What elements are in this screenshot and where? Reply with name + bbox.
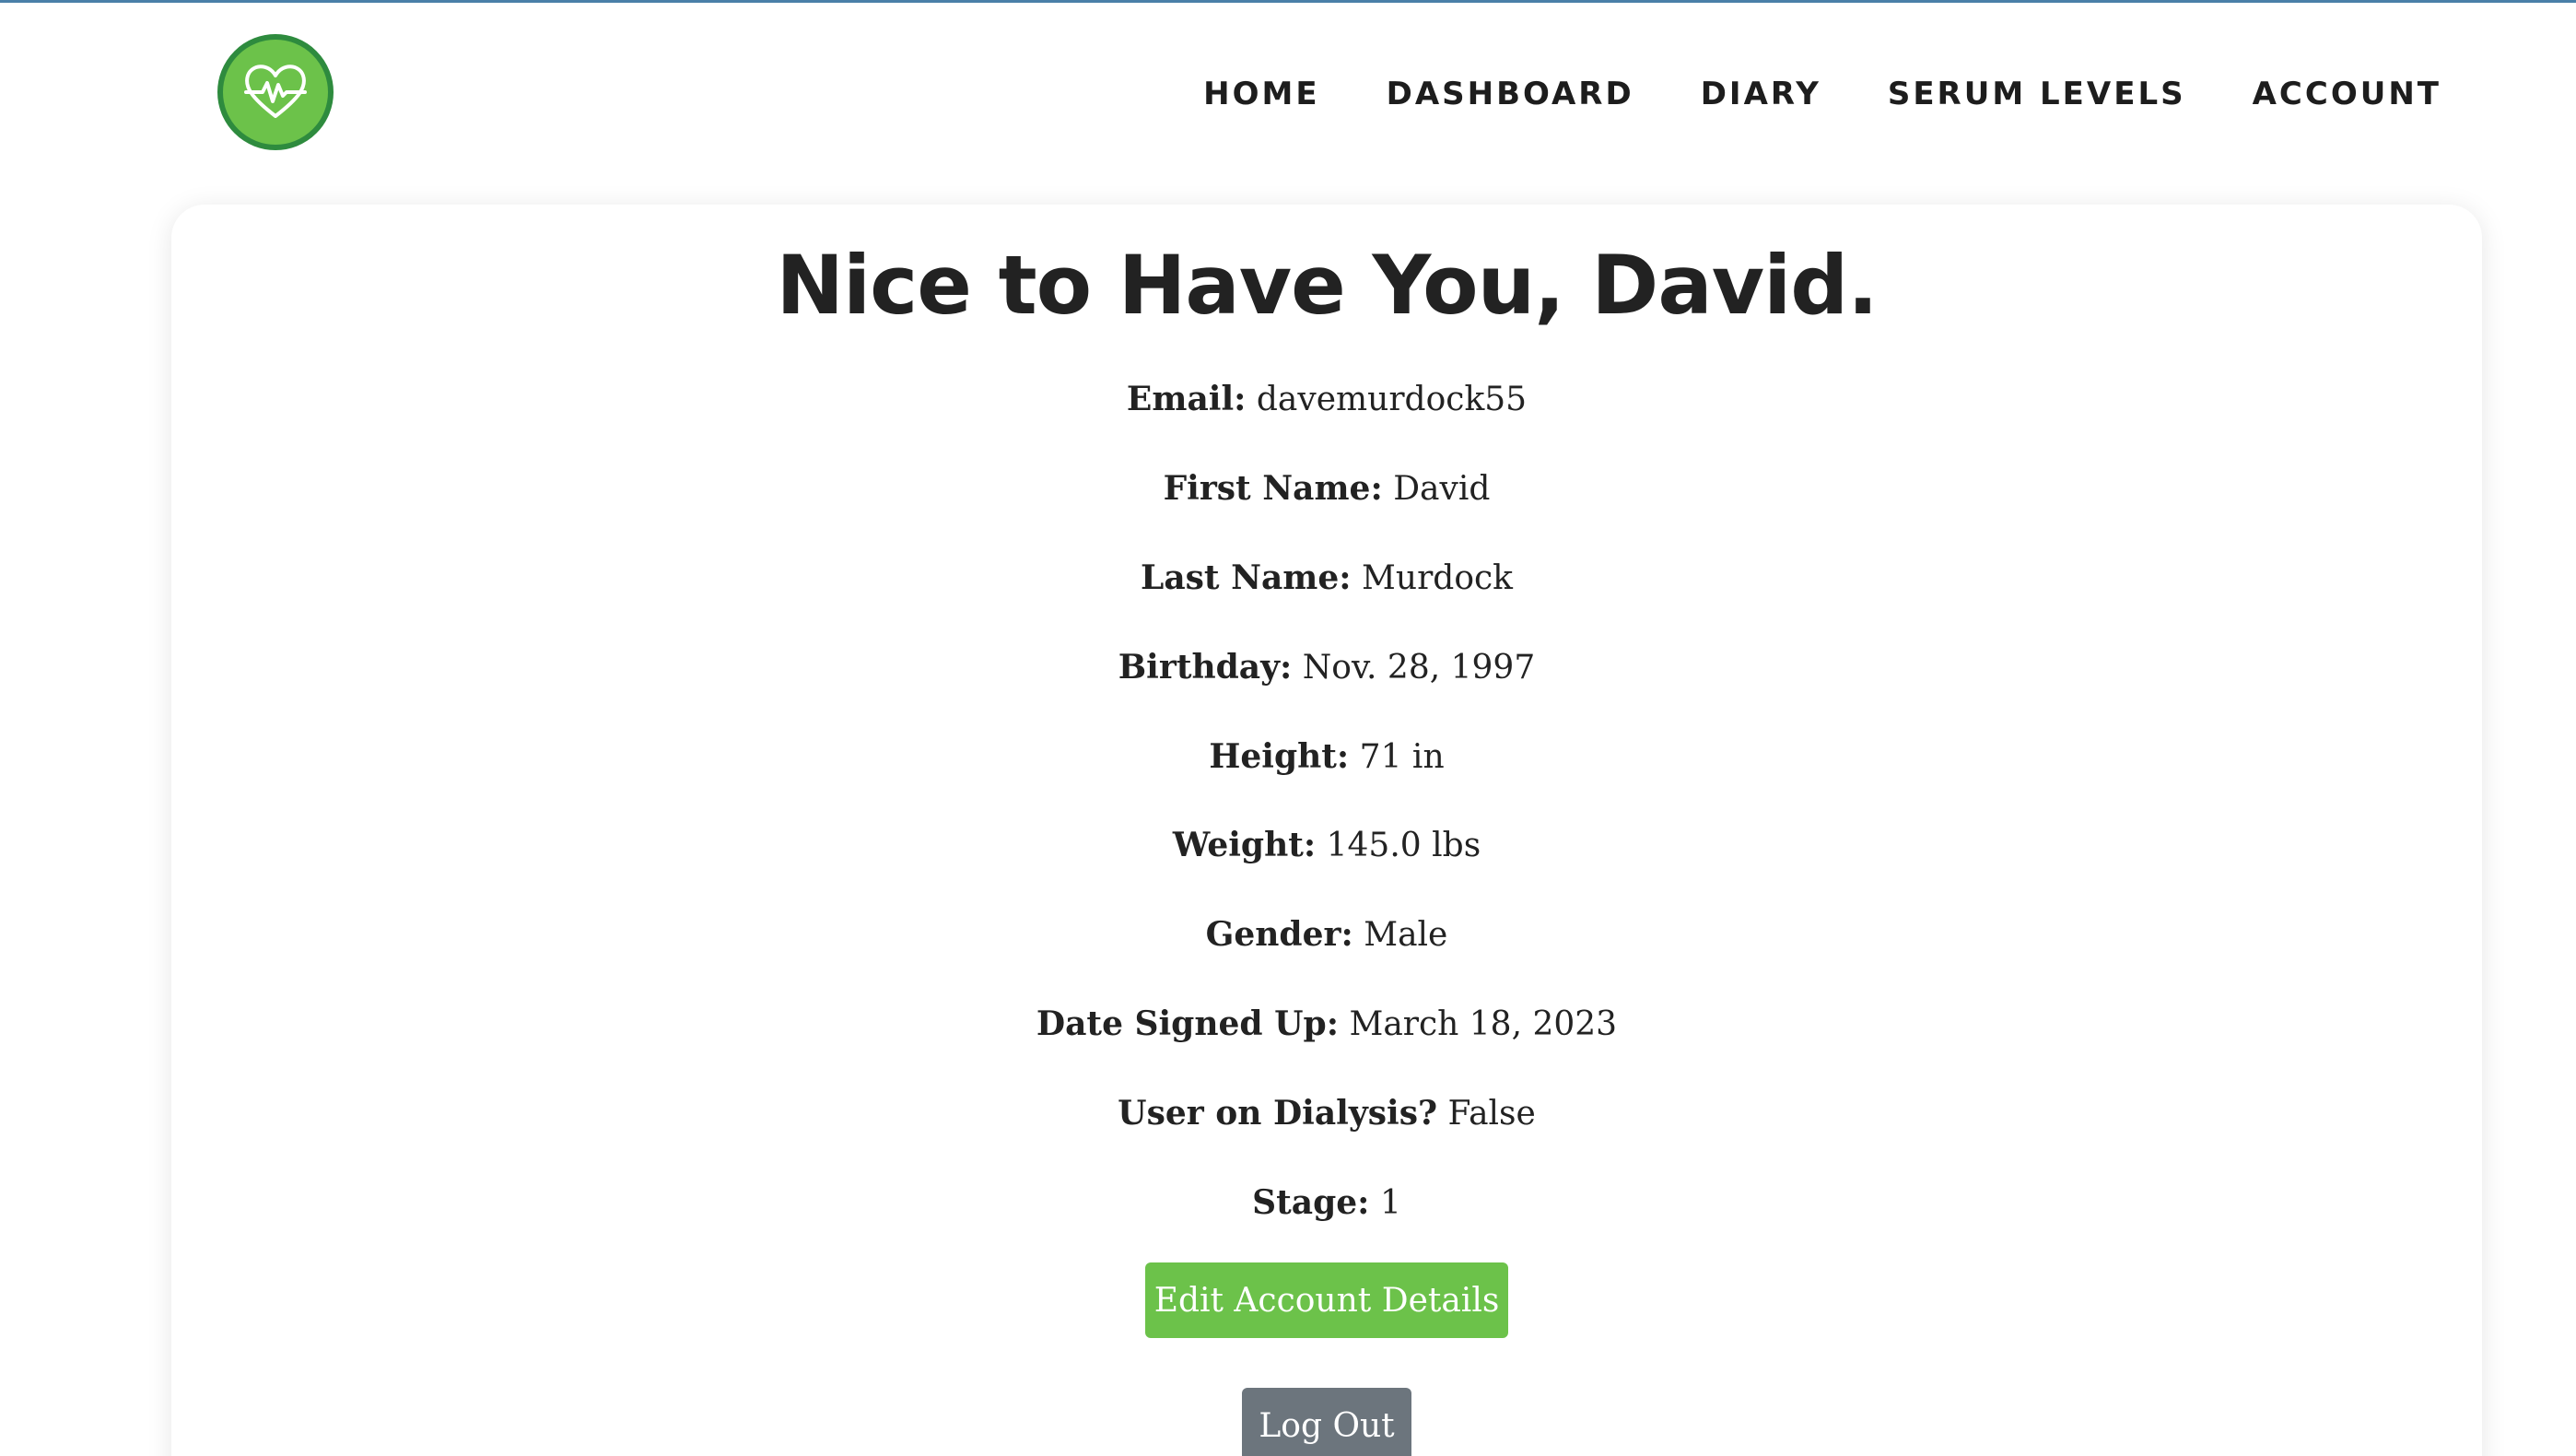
field-label: First Name: [1163,469,1383,508]
field-label: Stage: [1252,1183,1370,1222]
nav-dashboard[interactable]: DASHBOARD [1387,76,1634,112]
nav-account[interactable]: ACCOUNT [2253,76,2441,112]
field-first-name: First Name: David [0,465,2576,512]
field-weight: Weight: 145.0 lbs [0,822,2576,869]
nav-serum-levels[interactable]: SERUM LEVELS [1888,76,2186,112]
field-label: Email: [1126,380,1247,418]
field-email: Email: davemurdock55 [0,376,2576,423]
top-border [0,0,2576,3]
field-value: Murdock [1362,559,1513,597]
logout-button[interactable]: Log Out [1242,1388,1411,1456]
field-value: March 18, 2023 [1349,1005,1618,1043]
field-value: Male [1364,916,1448,954]
main-nav: HOME DASHBOARD DIARY SERUM LEVELS ACCOUN… [1203,70,2441,118]
field-value: David [1393,470,1491,508]
heart-pulse-icon [244,65,307,118]
field-gender: Gender: Male [0,911,2576,958]
field-label: Birthday: [1118,648,1293,687]
edit-account-button[interactable]: Edit Account Details [1145,1262,1508,1338]
field-label: Last Name: [1141,558,1352,597]
field-value: Nov. 28, 1997 [1302,649,1536,687]
field-label: Date Signed Up: [1036,1004,1339,1043]
field-value: davemurdock55 [1256,381,1528,418]
field-birthday: Birthday: Nov. 28, 1997 [0,644,2576,691]
field-dialysis: User on Dialysis? False [0,1090,2576,1137]
field-value: 1 [1379,1184,1401,1222]
nav-diary[interactable]: DIARY [1701,76,1821,112]
field-label: Weight: [1172,826,1317,864]
field-stage: Stage: 1 [0,1180,2576,1227]
logo[interactable] [217,34,334,150]
field-value: 145.0 lbs [1326,827,1481,864]
nav-home[interactable]: HOME [1203,76,1319,112]
field-label: Gender: [1205,915,1353,954]
field-value: 71 in [1359,738,1445,776]
page-title: Nice to Have You, David. [776,238,1878,333]
field-value: False [1447,1095,1536,1133]
field-last-name: Last Name: Murdock [0,555,2576,602]
field-date-signed-up: Date Signed Up: March 18, 2023 [0,1001,2576,1048]
field-label: Height: [1209,737,1350,776]
field-label: User on Dialysis? [1118,1094,1438,1133]
field-height: Height: 71 in [0,734,2576,781]
